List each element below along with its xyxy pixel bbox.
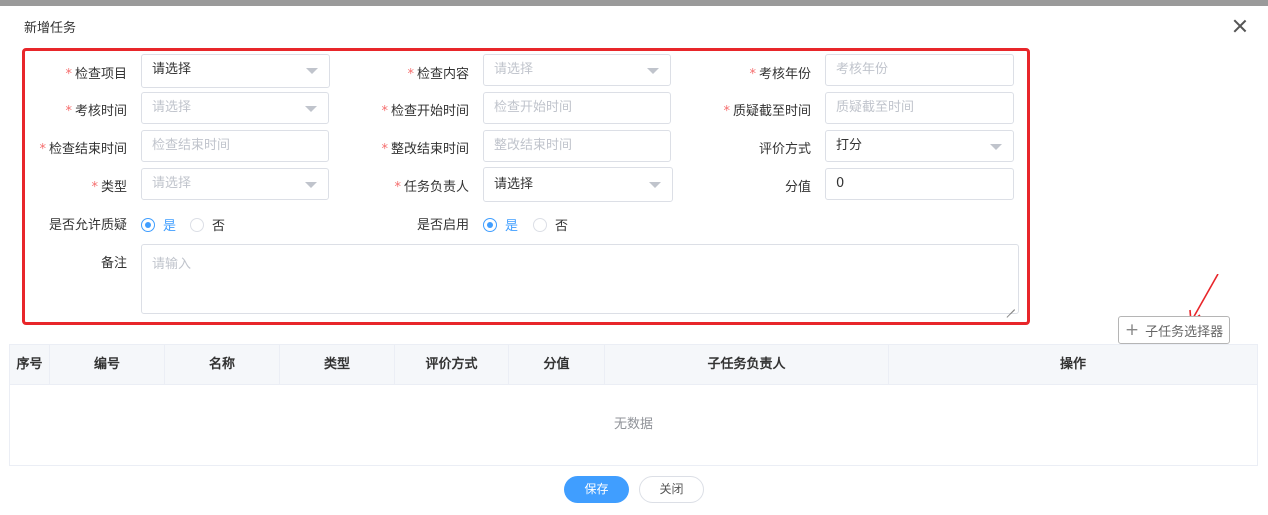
chevron-down-icon <box>649 182 661 188</box>
enabled-label: 是否启用 <box>416 218 469 233</box>
assess-time-select[interactable]: 请选择 <box>141 92 329 124</box>
allow-query-yes-text: 是 <box>163 219 177 234</box>
inspect-end-input[interactable]: 检查结束时间 <box>141 130 329 162</box>
rectify-end-input[interactable]: 整改结束时间 <box>483 130 671 162</box>
column-header: 类型 <box>280 345 395 385</box>
task-owner-select-text: 请选择 <box>494 177 534 192</box>
task-owner-label: * 任务负责人 <box>394 180 469 195</box>
column-header: 评价方式 <box>395 345 509 385</box>
dialog-header: 新增任务 <box>0 6 1268 46</box>
column-header: 子任务负责人 <box>605 345 889 385</box>
chevron-down-icon <box>305 106 317 112</box>
score-label: 分值 <box>784 180 811 195</box>
chevron-down-icon <box>647 68 659 74</box>
radio-checked-icon <box>141 217 155 232</box>
inspect-start-label: * 检查开始时间 <box>381 104 469 119</box>
query-deadline-placeholder: 质疑截至时间 <box>836 100 915 115</box>
column-header: 编号 <box>50 345 165 385</box>
radio-unchecked-icon <box>533 217 547 232</box>
assess-time-select-text: 请选择 <box>152 100 192 115</box>
eval-method-value: 打分 <box>836 138 863 153</box>
subtask-selector-label: 子任务选择器 <box>1145 324 1224 340</box>
subtask-table: 序号 编号 名称 类型 评价方式 分值 子任务负责人 操作 无数据 <box>9 344 1258 466</box>
close-button[interactable]: 关闭 <box>639 476 704 503</box>
inspect-content-select-text: 请选择 <box>494 62 534 77</box>
type-select-text: 请选择 <box>152 176 192 191</box>
chevron-down-icon <box>990 144 1002 150</box>
score-input[interactable]: 0 <box>825 168 1014 200</box>
eval-method-label: 评价方式 <box>758 142 811 157</box>
assess-year-label: * 考核年份 <box>749 67 811 82</box>
allow-query-no-radio[interactable]: 否 <box>190 215 225 234</box>
type-select[interactable]: 请选择 <box>141 168 329 200</box>
rectify-end-label: * 整改结束时间 <box>381 142 469 157</box>
allow-query-no-text: 否 <box>212 219 226 234</box>
empty-state-text: 无数据 <box>613 417 653 432</box>
column-header: 名称 <box>165 345 280 385</box>
inspect-start-input[interactable]: 检查开始时间 <box>483 92 671 124</box>
enabled-yes-text: 是 <box>505 219 519 234</box>
remark-label: 备注 <box>100 256 127 271</box>
column-header: 分值 <box>509 345 605 385</box>
task-owner-select[interactable]: 请选择 <box>483 167 673 202</box>
remark-placeholder: 请输入 <box>152 257 192 272</box>
assess-time-label: * 考核时间 <box>65 104 127 119</box>
save-button[interactable]: 保存 <box>564 476 629 503</box>
inspect-start-placeholder: 检查开始时间 <box>494 100 573 115</box>
allow-query-yes-radio[interactable]: 是 <box>141 215 176 234</box>
radio-checked-icon <box>483 217 497 232</box>
radio-unchecked-icon <box>190 217 204 232</box>
query-deadline-label: * 质疑截至时间 <box>723 104 811 119</box>
assess-year-placeholder: 考核年份 <box>836 62 889 77</box>
table-header: 序号 编号 名称 类型 评价方式 分值 子任务负责人 操作 <box>10 345 1257 385</box>
chevron-down-icon <box>305 182 317 188</box>
dialog-title: 新增任务 <box>24 21 77 36</box>
inspect-content-select[interactable]: 请选择 <box>483 54 671 86</box>
new-task-dialog: 新增任务 * 检查项目 请选择 * 检查内容 请选择 * 考核年份 考核年份 * 考核时… <box>0 6 1268 515</box>
enabled-yes-radio[interactable]: 是 <box>483 215 518 234</box>
assess-year-input[interactable]: 考核年份 <box>825 54 1014 86</box>
allow-query-label: 是否允许质疑 <box>48 218 127 233</box>
remark-textarea[interactable]: 请输入 <box>141 244 1019 314</box>
type-label: * 类型 <box>91 180 127 195</box>
inspect-end-placeholder: 检查结束时间 <box>152 138 231 153</box>
enabled-no-text: 否 <box>555 219 569 234</box>
inspect-item-select[interactable]: 请选择 <box>141 54 330 88</box>
subtask-selector-button[interactable]: + 子任务选择器 <box>1118 316 1230 344</box>
column-header: 序号 <box>10 345 50 385</box>
inspect-content-label: * 检查内容 <box>407 67 469 82</box>
plus-icon: + <box>1124 319 1140 340</box>
query-deadline-input[interactable]: 质疑截至时间 <box>825 92 1014 124</box>
close-icon[interactable] <box>1232 18 1248 34</box>
chevron-down-icon <box>306 68 318 74</box>
resize-handle-icon[interactable] <box>1006 301 1015 310</box>
inspect-item-select-text: 请选择 <box>152 62 192 77</box>
enabled-no-radio[interactable]: 否 <box>533 215 568 234</box>
rectify-end-placeholder: 整改结束时间 <box>494 138 573 153</box>
column-header: 操作 <box>1059 357 1086 372</box>
score-value: 0 <box>836 176 845 191</box>
inspect-end-label: * 检查结束时间 <box>39 142 127 157</box>
inspect-item-label: * 检查项目 <box>65 67 127 82</box>
eval-method-select[interactable]: 打分 <box>825 130 1014 162</box>
